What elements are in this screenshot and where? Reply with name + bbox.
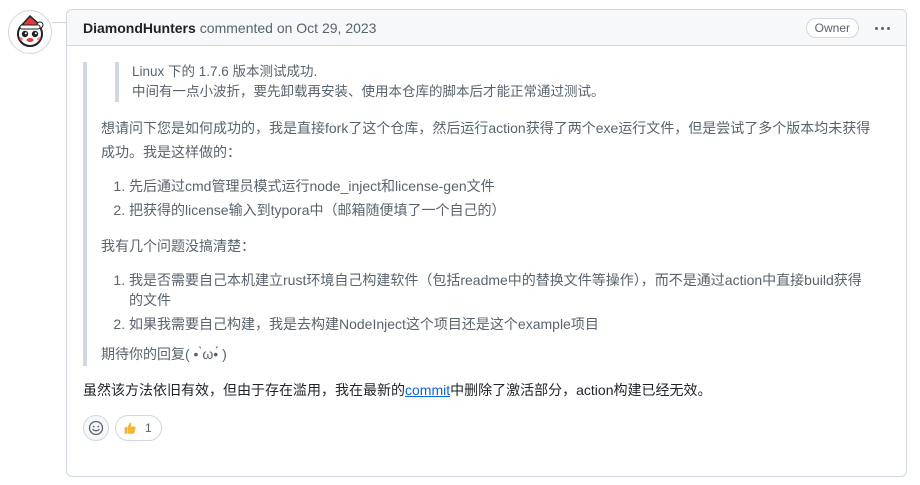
quote-paragraph-line: 想请问下您是如何成功的，我是直接fork了这个仓库，然后运行action获得了两… <box>101 120 871 136</box>
outer-blockquote: Linux 下的 1.7.6 版本测试成功. 中间有一点小波折，要先卸载再安装、… <box>83 62 890 366</box>
reply-text-segment: 中删除了激活部分，action构建已经无效。 <box>450 382 712 398</box>
list-item: 把获得的license输入到typora中（邮箱随便填了一个自己的） <box>129 200 890 220</box>
reactions-bar: 1 <box>83 415 890 441</box>
quote-paragraph: 我有几个问题没搞清楚： <box>101 238 255 254</box>
comment-body: Linux 下的 1.7.6 版本测试成功. 中间有一点小波折，要先卸载再安装、… <box>67 46 906 441</box>
comment-header: DiamondHunters commented on Oct 29, 2023… <box>67 10 906 46</box>
commit-link[interactable]: commit <box>405 382 450 398</box>
list-item: 如果我需要自己构建，我是去构建NodeInject这个项目还是这个example… <box>129 314 890 334</box>
kebab-horizontal-icon[interactable] <box>871 23 894 34</box>
thumbs-up-icon <box>124 422 136 434</box>
list-item-line: 我是否需要自己本机建立rust环境自己构建软件（包括readme中的替换文件等操… <box>129 272 862 288</box>
quote-questions-list: 我是否需要自己本机建立rust环境自己构建软件（包括readme中的替换文件等操… <box>101 270 890 334</box>
author-avatar[interactable] <box>8 10 52 54</box>
avatar-icon <box>17 14 44 47</box>
quote-steps-list: 先后通过cmd管理员模式运行node_inject和license-gen文件 … <box>101 176 890 220</box>
add-reaction-button[interactable] <box>83 415 109 441</box>
reaction-count: 1 <box>145 421 152 435</box>
owner-badge: Owner <box>805 18 859 38</box>
nested-blockquote: Linux 下的 1.7.6 版本测试成功. 中间有一点小波折，要先卸载再安装、… <box>115 62 890 102</box>
list-item: 先后通过cmd管理员模式运行node_inject和license-gen文件 <box>129 176 890 196</box>
comment-box: DiamondHunters commented on Oct 29, 2023… <box>66 9 907 477</box>
nested-quote-line: 中间有一点小波折，要先卸载再安装、使用本仓库的脚本后才能正常通过测试。 <box>132 84 605 99</box>
quote-paragraph: 想请问下您是如何成功的，我是直接fork了这个仓库，然后运行action获得了两… <box>101 116 890 164</box>
nested-quote-line: Linux 下的 1.7.6 版本测试成功. <box>132 64 318 79</box>
quote-paragraph: 期待你的回复( • ̀ω•́ ) <box>101 346 227 362</box>
thumbs-up-reaction-button[interactable]: 1 <box>115 415 162 441</box>
list-item: 我是否需要自己本机建立rust环境自己构建软件（包括readme中的替换文件等操… <box>129 270 890 310</box>
header-actions: Owner <box>805 10 894 46</box>
smiley-icon <box>88 420 104 436</box>
reply-text-segment: 虽然该方法依旧有效，但由于存在滥用，我在最新的 <box>83 382 405 398</box>
quote-paragraph-line: 成功。我是这样做的： <box>101 144 241 160</box>
author-name[interactable]: DiamondHunters <box>83 20 196 36</box>
comment-timestamp[interactable]: commented on Oct 29, 2023 <box>200 20 377 36</box>
list-item-line: 的文件 <box>129 292 171 308</box>
reply-text: 虽然该方法依旧有效，但由于存在滥用，我在最新的commit中删除了激活部分，ac… <box>83 380 890 400</box>
